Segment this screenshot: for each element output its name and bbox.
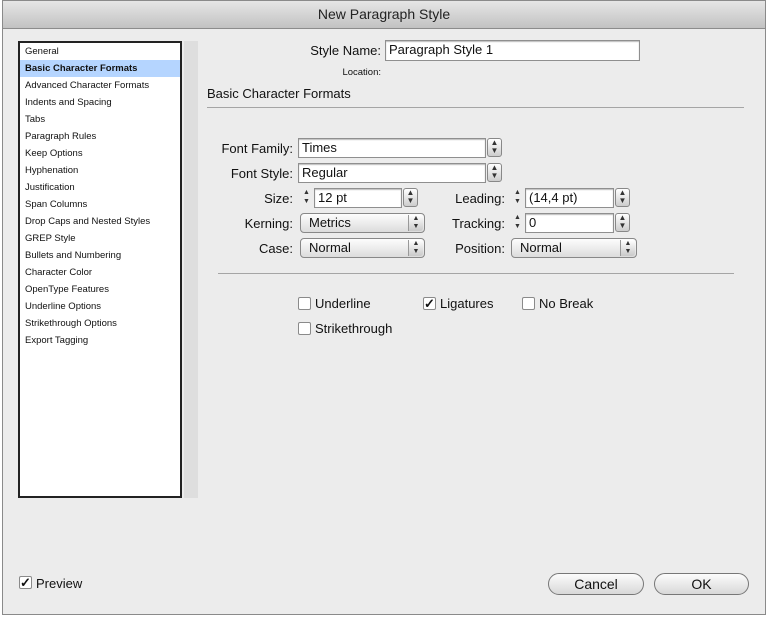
sidebar-item-basic-character-formats[interactable]: Basic Character Formats [20, 60, 180, 77]
kerning-value: Metrics [309, 215, 351, 230]
sidebar-item-opentype-features[interactable]: OpenType Features [20, 281, 180, 298]
sidebar-item-bullets-and-numbering[interactable]: Bullets and Numbering [20, 247, 180, 264]
font-family-input[interactable]: Times [298, 138, 486, 158]
preview-checkbox[interactable]: ✓ [19, 576, 32, 589]
sidebar-item-general[interactable]: General [20, 43, 180, 60]
cancel-button[interactable]: Cancel [548, 573, 644, 595]
sidebar-item-grep-style[interactable]: GREP Style [20, 230, 180, 247]
sidebar-item-advanced-character-formats[interactable]: Advanced Character Formats [20, 77, 180, 94]
ok-button[interactable]: OK [654, 573, 749, 595]
style-name-label: Style Name: [310, 43, 381, 58]
chevron-updown-icon: ▲ ▼ [408, 240, 423, 256]
no-break-checkbox[interactable] [522, 297, 535, 310]
chevron-updown-icon: ▲ ▼ [620, 240, 635, 256]
position-select[interactable]: Normal ▲ ▼ [511, 238, 637, 258]
ligatures-label: Ligatures [440, 296, 494, 311]
tracking-label: Tracking: [452, 216, 505, 231]
chevron-updown-icon: ▲ ▼ [408, 215, 423, 231]
tracking-stepper[interactable]: ▲ ▼ [511, 213, 524, 233]
underline-label: Underline [315, 296, 371, 311]
position-value: Normal [520, 240, 562, 255]
strikethrough-checkbox[interactable] [298, 322, 311, 335]
sidebar-item-keep-options[interactable]: Keep Options [20, 145, 180, 162]
tracking-input[interactable]: 0 [525, 213, 614, 233]
kerning-select[interactable]: Metrics ▲ ▼ [300, 213, 425, 233]
size-input[interactable]: 12 pt [314, 188, 402, 208]
new-paragraph-style-dialog: New Paragraph Style General Basic Charac… [2, 0, 766, 615]
case-select[interactable]: Normal ▲ ▼ [300, 238, 425, 258]
font-family-dropdown-button[interactable]: ▲ ▼ [487, 138, 502, 157]
font-style-label: Font Style: [230, 166, 293, 181]
form-divider [218, 273, 734, 274]
section-title: Basic Character Formats [207, 86, 351, 101]
no-break-label: No Break [539, 296, 594, 311]
tracking-dropdown-button[interactable]: ▲ ▼ [615, 213, 630, 232]
sidebar-item-underline-options[interactable]: Underline Options [20, 298, 180, 315]
sidebar-item-justification[interactable]: Justification [20, 179, 180, 196]
case-label: Case: [259, 241, 293, 256]
sidebar-item-character-color[interactable]: Character Color [20, 264, 180, 281]
font-style-input[interactable]: Regular [298, 163, 486, 183]
font-style-dropdown-button[interactable]: ▲ ▼ [487, 163, 502, 182]
preview-label: Preview [36, 576, 83, 591]
position-label: Position: [455, 241, 505, 256]
sidebar-item-export-tagging[interactable]: Export Tagging [20, 332, 180, 349]
font-family-label: Font Family: [221, 141, 293, 156]
leading-stepper[interactable]: ▲ ▼ [511, 188, 524, 208]
sidebar-item-paragraph-rules[interactable]: Paragraph Rules [20, 128, 180, 145]
sidebar-item-indents-and-spacing[interactable]: Indents and Spacing [20, 94, 180, 111]
location-label: Location: [342, 67, 381, 78]
style-name-input[interactable]: Paragraph Style 1 [385, 40, 640, 61]
header-divider [207, 107, 744, 108]
sidebar-item-hyphenation[interactable]: Hyphenation [20, 162, 180, 179]
size-dropdown-button[interactable]: ▲ ▼ [403, 188, 418, 207]
sidebar-item-strikethrough-options[interactable]: Strikethrough Options [20, 315, 180, 332]
leading-label: Leading: [455, 191, 505, 206]
size-stepper[interactable]: ▲ ▼ [300, 188, 313, 208]
sidebar-item-span-columns[interactable]: Span Columns [20, 196, 180, 213]
leading-input[interactable]: (14,4 pt) [525, 188, 614, 208]
case-value: Normal [309, 240, 351, 255]
underline-checkbox[interactable] [298, 297, 311, 310]
leading-dropdown-button[interactable]: ▲ ▼ [615, 188, 630, 207]
sidebar-scroll-gutter [184, 41, 198, 498]
size-label: Size: [264, 191, 293, 206]
category-list[interactable]: General Basic Character Formats Advanced… [18, 41, 182, 498]
window-title: New Paragraph Style [3, 1, 765, 29]
sidebar-item-drop-caps-and-nested-styles[interactable]: Drop Caps and Nested Styles [20, 213, 180, 230]
kerning-label: Kerning: [244, 216, 293, 231]
strikethrough-label: Strikethrough [315, 321, 393, 336]
ligatures-checkbox[interactable]: ✓ [423, 297, 436, 310]
sidebar-item-tabs[interactable]: Tabs [20, 111, 180, 128]
